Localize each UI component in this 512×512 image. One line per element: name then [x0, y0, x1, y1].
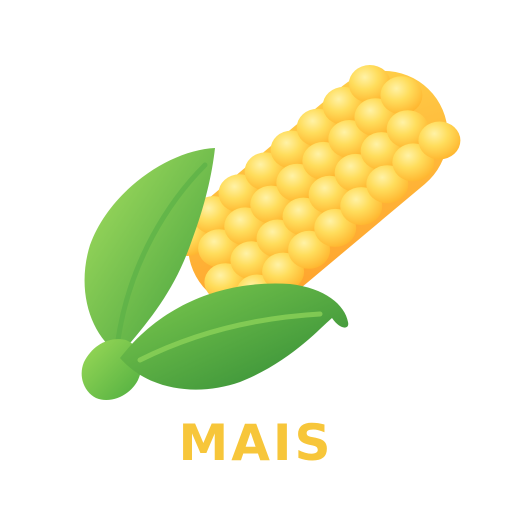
corn-kernel: [418, 121, 461, 160]
app-logo: MAIS: [0, 0, 512, 512]
brand-wordmark: MAIS: [178, 414, 334, 472]
corn-kernel: [380, 76, 423, 115]
